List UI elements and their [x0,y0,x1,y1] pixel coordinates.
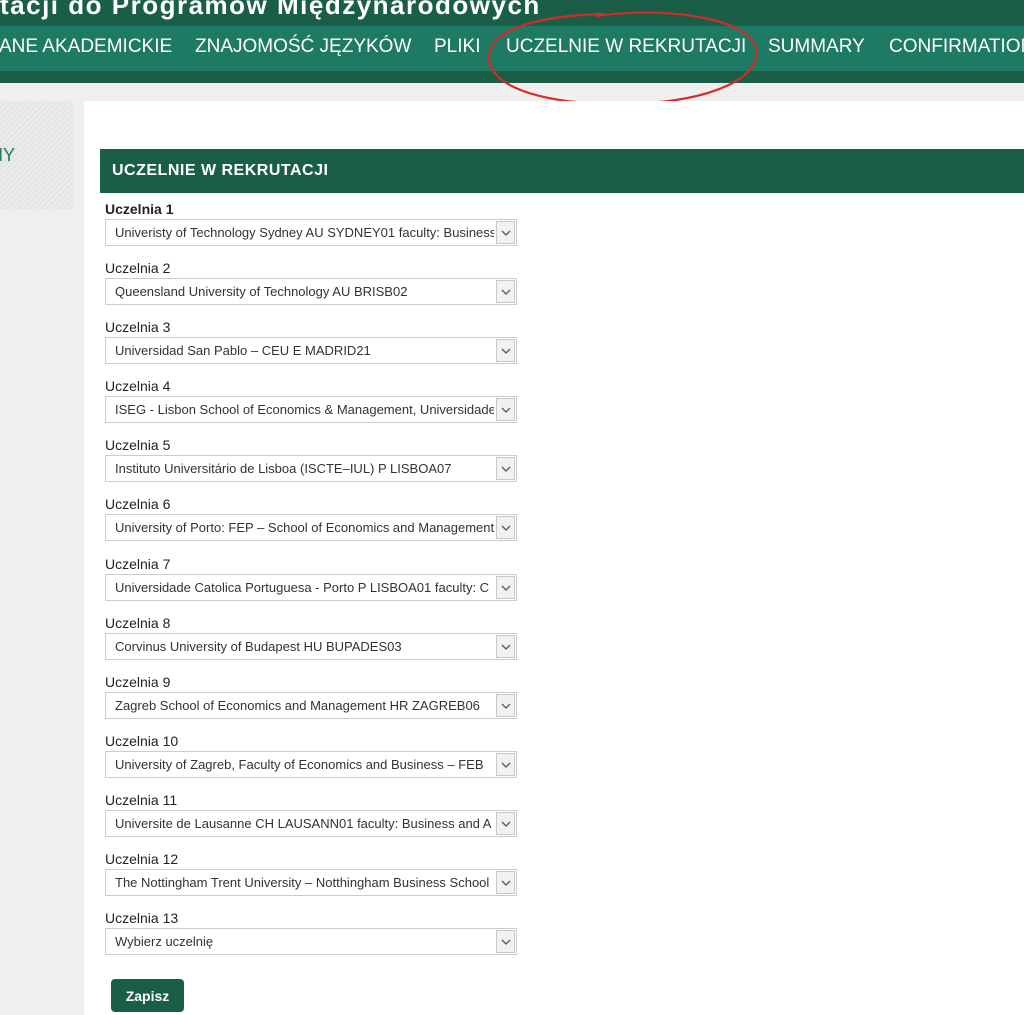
section-header: UCZELNIE W REKRUTACJI [100,149,1024,193]
field-uczelnia-3: Uczelnia 3 Universidad San Pablo – CEU E… [105,318,517,364]
nav-item-pliki[interactable]: PLIKI [434,36,480,58]
field-uczelnia-4: Uczelnia 4 ISEG - Lisbon School of Econo… [105,377,517,423]
nav-item-summary[interactable]: SUMMARY [768,36,865,58]
chevron-down-icon[interactable] [496,694,515,717]
field-uczelnia-1: Uczelnia 1 Univeristy of Technology Sydn… [105,200,517,246]
field-label: Uczelnia 11 [105,792,178,808]
field-uczelnia-5: Uczelnia 5 Instituto Universitário de Li… [105,436,517,482]
chevron-down-icon[interactable] [496,576,515,599]
field-uczelnia-10: Uczelnia 10 University of Zagreb, Facult… [105,732,517,778]
chevron-down-icon[interactable] [496,753,515,776]
field-label: Uczelnia 5 [105,437,171,453]
chevron-down-icon[interactable] [496,516,515,539]
select-value: Universidad San Pablo – CEU E MADRID21 [115,343,371,358]
university-select[interactable]: University of Zagreb, Faculty of Economi… [105,751,517,778]
field-uczelnia-12: Uczelnia 12 The Nottingham Trent Univers… [105,850,517,896]
chevron-down-icon[interactable] [496,339,515,362]
university-select[interactable]: The Nottingham Trent University – Notthi… [105,869,517,896]
sidebar-panel: MY [0,101,73,209]
field-label: Uczelnia 9 [105,674,171,690]
section-title: UCZELNIE W REKRUTACJI [112,162,329,179]
chevron-down-icon[interactable] [496,280,515,303]
chevron-down-icon[interactable] [496,812,515,835]
university-select[interactable]: Corvinus University of Budapest HU BUPAD… [105,633,517,660]
field-label: Uczelnia 3 [105,319,171,335]
university-select[interactable]: University of Porto: FEP – School of Eco… [105,514,517,541]
field-label: Uczelnia 10 [105,733,179,749]
chevron-down-icon[interactable] [496,930,515,953]
chevron-down-icon[interactable] [496,457,515,480]
select-value: Zagreb School of Economics and Managemen… [115,698,480,713]
university-select[interactable]: Wybierz uczelnię [105,928,517,955]
field-label: Uczelnia 4 [105,378,171,394]
field-uczelnia-2: Uczelnia 2 Queensland University of Tech… [105,259,517,305]
select-value: Queensland University of Technology AU B… [115,284,408,299]
university-select[interactable]: Queensland University of Technology AU B… [105,278,517,305]
chevron-down-icon[interactable] [496,635,515,658]
select-value: Corvinus University of Budapest HU BUPAD… [115,639,402,654]
field-label: Uczelnia 8 [105,615,171,631]
field-uczelnia-6: Uczelnia 6 University of Porto: FEP – Sc… [105,495,517,541]
field-label: Uczelnia 12 [105,851,179,867]
field-label: Uczelnia 2 [105,260,171,276]
sidebar-text[interactable]: MY [0,145,15,166]
nav-bottom-strip [0,71,1024,83]
university-select[interactable]: Universidad San Pablo – CEU E MADRID21 [105,337,517,364]
university-select[interactable]: Instituto Universitário de Lisboa (ISCTE… [105,455,517,482]
app-header: tacji do Programów Międzynarodowych [0,0,1024,26]
field-label: Uczelnia 13 [105,910,179,926]
field-label: Uczelnia 7 [105,556,171,572]
select-value: Univeristy of Technology Sydney AU SYDNE… [115,225,494,240]
save-button[interactable]: Zapisz [111,979,184,1012]
chevron-down-icon[interactable] [496,871,515,894]
nav-item-dane-akademickie[interactable]: ANE AKADEMICKIE [0,36,172,58]
nav-item-confirmation[interactable]: CONFIRMATION [889,36,1024,58]
field-uczelnia-9: Uczelnia 9 Zagreb School of Economics an… [105,673,517,719]
select-value: ISEG - Lisbon School of Economics & Mana… [115,402,494,417]
select-value: University of Zagreb, Faculty of Economi… [115,757,484,772]
university-select[interactable]: Univeristy of Technology Sydney AU SYDNE… [105,219,517,246]
main-nav: ANE AKADEMICKIE ZNAJOMOŚĆ JĘZYKÓW PLIKI … [0,26,1024,71]
select-value: Universite de Lausanne CH LAUSANN01 facu… [115,816,492,831]
nav-item-znajomosc-jezykow[interactable]: ZNAJOMOŚĆ JĘZYKÓW [195,36,411,58]
chevron-down-icon[interactable] [496,221,515,244]
nav-item-uczelnie-w-rekrutacji[interactable]: UCZELNIE W REKRUTACJI [506,36,746,58]
header-title: tacji do Programów Międzynarodowych [0,0,541,20]
field-label: Uczelnia 6 [105,496,171,512]
field-uczelnia-8: Uczelnia 8 Corvinus University of Budape… [105,614,517,660]
university-select[interactable]: Universidade Catolica Portuguesa - Porto… [105,574,517,601]
university-select[interactable]: Zagreb School of Economics and Managemen… [105,692,517,719]
field-label: Uczelnia 1 [105,201,174,217]
select-value: Wybierz uczelnię [115,934,214,949]
select-value: University of Porto: FEP – School of Eco… [115,520,494,535]
field-uczelnia-7: Uczelnia 7 Universidade Catolica Portugu… [105,555,517,601]
field-uczelnia-11: Uczelnia 11 Universite de Lausanne CH LA… [105,791,517,837]
select-value: Universidade Catolica Portuguesa - Porto… [115,580,490,595]
field-uczelnia-13: Uczelnia 13 Wybierz uczelnię [105,909,517,955]
chevron-down-icon[interactable] [496,398,515,421]
university-select[interactable]: Universite de Lausanne CH LAUSANN01 facu… [105,810,517,837]
select-value: The Nottingham Trent University – Notthi… [115,875,490,890]
select-value: Instituto Universitário de Lisboa (ISCTE… [115,461,452,476]
university-select[interactable]: ISEG - Lisbon School of Economics & Mana… [105,396,517,423]
